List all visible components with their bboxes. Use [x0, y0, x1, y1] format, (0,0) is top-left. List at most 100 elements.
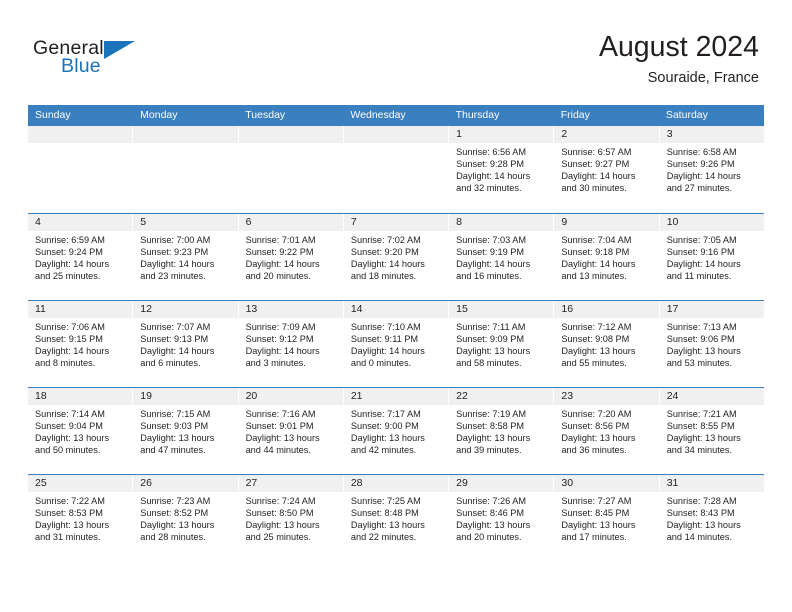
day-cell[interactable]: 1 Sunrise: 6:56 AM Sunset: 9:28 PM Dayli… [449, 126, 555, 213]
day-cell[interactable]: 30 Sunrise: 7:27 AM Sunset: 8:45 PM Dayl… [554, 475, 660, 561]
daylight-text-line2: and 44 minutes. [245, 445, 311, 456]
sunset-text: Sunset: 9:03 PM [140, 421, 209, 432]
daylight-text-line1: Daylight: 14 hours [35, 259, 110, 270]
day-info: Sunrise: 7:19 AM Sunset: 8:58 PM Dayligh… [449, 405, 553, 456]
day-cell[interactable]: 22 Sunrise: 7:19 AM Sunset: 8:58 PM Dayl… [449, 388, 555, 474]
day-cell[interactable]: 20 Sunrise: 7:16 AM Sunset: 9:01 PM Dayl… [238, 388, 344, 474]
sunrise-text: Sunrise: 7:12 AM [561, 322, 632, 332]
day-cell[interactable] [343, 126, 450, 213]
day-cell[interactable]: 2 Sunrise: 6:57 AM Sunset: 9:27 PM Dayli… [554, 126, 660, 213]
daylight-text-line1: Daylight: 14 hours [35, 346, 110, 357]
daylight-text-line2: and 42 minutes. [350, 445, 417, 456]
daylight-text-line2: and 6 minutes. [140, 358, 201, 369]
daylight-text-line1: Daylight: 13 hours [35, 520, 110, 531]
logo-text-blue: Blue [61, 55, 101, 77]
sunrise-text: Sunrise: 7:24 AM [245, 496, 316, 506]
daylight-text-line1: Daylight: 14 hours [350, 346, 425, 357]
day-cell[interactable]: 29 Sunrise: 7:26 AM Sunset: 8:46 PM Dayl… [449, 475, 555, 561]
day-cell[interactable]: 10 Sunrise: 7:05 AM Sunset: 9:16 PM Dayl… [659, 214, 764, 300]
day-number: 21 [343, 388, 449, 405]
day-cell[interactable]: 5 Sunrise: 7:00 AM Sunset: 9:23 PM Dayli… [133, 214, 239, 300]
sunrise-text: Sunrise: 7:26 AM [456, 496, 527, 506]
daylight-text-line2: and 34 minutes. [666, 445, 733, 456]
daylight-text-line1: Daylight: 13 hours [561, 433, 636, 444]
day-info [239, 143, 343, 146]
sunset-text: Sunset: 8:55 PM [666, 421, 735, 432]
day-cell[interactable]: 21 Sunrise: 7:17 AM Sunset: 9:00 PM Dayl… [343, 388, 450, 474]
sunset-text: Sunset: 9:00 PM [350, 421, 419, 432]
day-cell[interactable]: 16 Sunrise: 7:12 AM Sunset: 9:08 PM Dayl… [554, 301, 660, 387]
daylight-text-line2: and 55 minutes. [561, 358, 627, 369]
sunrise-text: Sunrise: 7:14 AM [35, 409, 105, 419]
day-cell[interactable]: 13 Sunrise: 7:09 AM Sunset: 9:12 PM Dayl… [238, 301, 344, 387]
daylight-text-line1: Daylight: 14 hours [456, 259, 531, 270]
week-row: 11 Sunrise: 7:06 AM Sunset: 9:15 PM Dayl… [28, 300, 764, 387]
sunset-text: Sunset: 8:50 PM [245, 508, 314, 519]
daylight-text-line2: and 23 minutes. [140, 271, 206, 282]
sunrise-text: Sunrise: 6:58 AM [666, 147, 737, 157]
day-cell[interactable]: 31 Sunrise: 7:28 AM Sunset: 8:43 PM Dayl… [659, 475, 764, 561]
sunrise-text: Sunrise: 7:20 AM [561, 409, 632, 419]
daylight-text-line1: Daylight: 13 hours [456, 346, 531, 357]
weekday-header-thursday: Thursday [455, 109, 500, 121]
day-cell[interactable]: 15 Sunrise: 7:11 AM Sunset: 9:09 PM Dayl… [449, 301, 555, 387]
day-info: Sunrise: 7:23 AM Sunset: 8:52 PM Dayligh… [133, 492, 237, 543]
day-cell[interactable]: 18 Sunrise: 7:14 AM Sunset: 9:04 PM Dayl… [28, 388, 134, 474]
daylight-text-line1: Daylight: 13 hours [666, 346, 741, 357]
daylight-text-line1: Daylight: 13 hours [350, 520, 425, 531]
day-cell[interactable]: 8 Sunrise: 7:03 AM Sunset: 9:19 PM Dayli… [449, 214, 555, 300]
day-number: 25 [28, 475, 133, 492]
day-cell[interactable] [28, 126, 134, 213]
day-cell[interactable]: 3 Sunrise: 6:58 AM Sunset: 9:26 PM Dayli… [659, 126, 764, 213]
day-cell[interactable]: 23 Sunrise: 7:20 AM Sunset: 8:56 PM Dayl… [554, 388, 660, 474]
day-number: 16 [554, 301, 659, 318]
sunset-text: Sunset: 9:09 PM [456, 334, 525, 345]
sunrise-text: Sunrise: 6:56 AM [456, 147, 527, 157]
day-number: 1 [449, 126, 554, 143]
daylight-text-line1: Daylight: 13 hours [666, 433, 741, 444]
day-cell[interactable] [238, 126, 344, 213]
day-cell[interactable]: 11 Sunrise: 7:06 AM Sunset: 9:15 PM Dayl… [28, 301, 134, 387]
sunrise-text: Sunrise: 7:21 AM [666, 409, 737, 419]
day-number [133, 126, 238, 143]
day-cell[interactable]: 14 Sunrise: 7:10 AM Sunset: 9:11 PM Dayl… [343, 301, 450, 387]
sunrise-text: Sunrise: 7:00 AM [140, 235, 211, 245]
day-cell[interactable]: 27 Sunrise: 7:24 AM Sunset: 8:50 PM Dayl… [238, 475, 344, 561]
day-info: Sunrise: 6:59 AM Sunset: 9:24 PM Dayligh… [28, 231, 132, 282]
day-cell[interactable]: 6 Sunrise: 7:01 AM Sunset: 9:22 PM Dayli… [238, 214, 344, 300]
day-cell[interactable]: 28 Sunrise: 7:25 AM Sunset: 8:48 PM Dayl… [343, 475, 450, 561]
brand-logo[interactable]: General Blue [33, 38, 153, 90]
sunset-text: Sunset: 9:08 PM [561, 334, 630, 345]
sunset-text: Sunset: 9:20 PM [350, 247, 419, 258]
sunset-text: Sunset: 8:45 PM [561, 508, 630, 519]
day-cell[interactable]: 4 Sunrise: 6:59 AM Sunset: 9:24 PM Dayli… [28, 214, 134, 300]
day-cell[interactable] [133, 126, 239, 213]
day-number: 26 [133, 475, 238, 492]
day-cell[interactable]: 12 Sunrise: 7:07 AM Sunset: 9:13 PM Dayl… [133, 301, 239, 387]
weekday-header-saturday: Saturday [665, 109, 708, 121]
day-number: 29 [449, 475, 554, 492]
day-cell[interactable]: 26 Sunrise: 7:23 AM Sunset: 8:52 PM Dayl… [133, 475, 239, 561]
calendar-grid: Sunday Monday Tuesday Wednesday Thursday… [28, 105, 764, 561]
daylight-text-line1: Daylight: 13 hours [140, 520, 215, 531]
sunrise-text: Sunrise: 7:13 AM [666, 322, 737, 332]
day-cell[interactable]: 7 Sunrise: 7:02 AM Sunset: 9:20 PM Dayli… [343, 214, 450, 300]
day-info: Sunrise: 7:14 AM Sunset: 9:04 PM Dayligh… [28, 405, 132, 456]
daylight-text-line1: Daylight: 13 hours [140, 433, 215, 444]
day-number: 22 [449, 388, 554, 405]
day-info [28, 143, 132, 146]
daylight-text-line2: and 18 minutes. [350, 271, 417, 282]
sunset-text: Sunset: 9:24 PM [35, 247, 103, 258]
weekday-header-sunday: Sunday [35, 109, 71, 121]
daylight-text-line2: and 39 minutes. [456, 445, 522, 456]
day-info: Sunrise: 7:04 AM Sunset: 9:18 PM Dayligh… [554, 231, 658, 282]
day-cell[interactable]: 17 Sunrise: 7:13 AM Sunset: 9:06 PM Dayl… [659, 301, 764, 387]
daylight-text-line2: and 30 minutes. [561, 183, 627, 194]
day-cell[interactable]: 24 Sunrise: 7:21 AM Sunset: 8:55 PM Dayl… [659, 388, 764, 474]
sunrise-text: Sunrise: 7:09 AM [245, 322, 316, 332]
day-cell[interactable]: 9 Sunrise: 7:04 AM Sunset: 9:18 PM Dayli… [554, 214, 660, 300]
day-info: Sunrise: 7:20 AM Sunset: 8:56 PM Dayligh… [554, 405, 658, 456]
triangle-icon [104, 41, 135, 59]
day-cell[interactable]: 19 Sunrise: 7:15 AM Sunset: 9:03 PM Dayl… [133, 388, 239, 474]
day-cell[interactable]: 25 Sunrise: 7:22 AM Sunset: 8:53 PM Dayl… [28, 475, 134, 561]
